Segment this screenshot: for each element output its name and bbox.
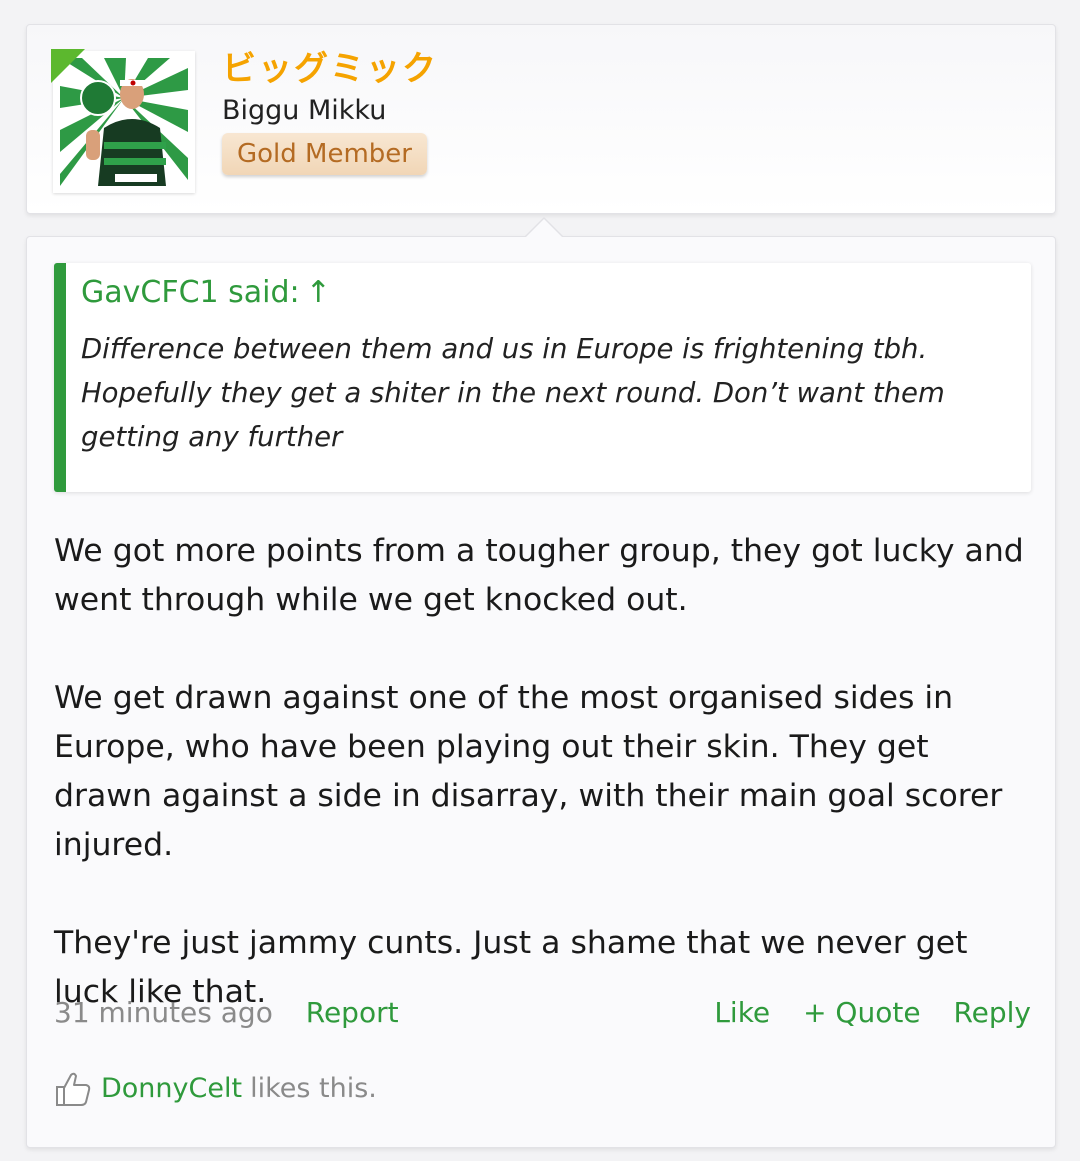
quote-body: Difference between them and us in Europe… xyxy=(81,327,1011,459)
post-message: We got more points from a tougher group,… xyxy=(54,527,1034,1017)
quote-line: getting any further xyxy=(81,421,343,453)
speech-pointer xyxy=(524,217,564,238)
message-paragraph: We get drawn against one of the most org… xyxy=(54,680,1003,863)
quote-block: GavCFC1 said: ↑ Difference between them a… xyxy=(54,263,1031,492)
avatar[interactable] xyxy=(51,49,195,193)
quote-line: Hopefully they get a shiter in the next … xyxy=(81,377,945,409)
jump-to-quote-icon[interactable]: ↑ xyxy=(306,275,331,310)
post-actions: Like + Quote Reply xyxy=(690,993,1031,1033)
quote-author[interactable]: GavCFC1 said: ↑ xyxy=(81,273,1011,313)
member-badge: Gold Member xyxy=(222,133,427,175)
post-card: GavCFC1 said: ↑ Difference between them a… xyxy=(26,217,1056,1148)
user-avatar-image xyxy=(60,58,188,186)
post-meta: 31 minutes ago Report Like + Quote Reply xyxy=(54,993,1031,1033)
like-button[interactable]: Like xyxy=(714,996,770,1029)
user-display-name-jp[interactable]: ビッグミック xyxy=(222,47,438,91)
user-card: ビッグミック Biggu Mikku Gold Member xyxy=(26,24,1056,214)
report-link[interactable]: Report xyxy=(306,996,399,1029)
post-timestamp[interactable]: 31 minutes ago xyxy=(54,996,273,1029)
liker-link[interactable]: DonnyCelt xyxy=(101,1069,242,1109)
message-paragraph: We got more points from a tougher group,… xyxy=(54,533,1024,618)
reply-button[interactable]: Reply xyxy=(953,996,1031,1029)
quote-button[interactable]: + Quote xyxy=(803,996,920,1029)
user-display-name: Biggu Mikku xyxy=(222,95,387,126)
thumbs-up-icon xyxy=(56,1072,91,1106)
quote-author-label[interactable]: GavCFC1 said: xyxy=(81,275,300,310)
quote-line: Difference between them and us in Europe… xyxy=(81,333,928,365)
likes-summary: DonnyCelt likes this. xyxy=(54,1069,377,1109)
likes-suffix: likes this. xyxy=(250,1073,377,1104)
thread-post-page: ビッグミック Biggu Mikku Gold Member GavCFC1 s… xyxy=(0,0,1080,1161)
user-info: ビッグミック Biggu Mikku Gold Member xyxy=(222,47,438,175)
